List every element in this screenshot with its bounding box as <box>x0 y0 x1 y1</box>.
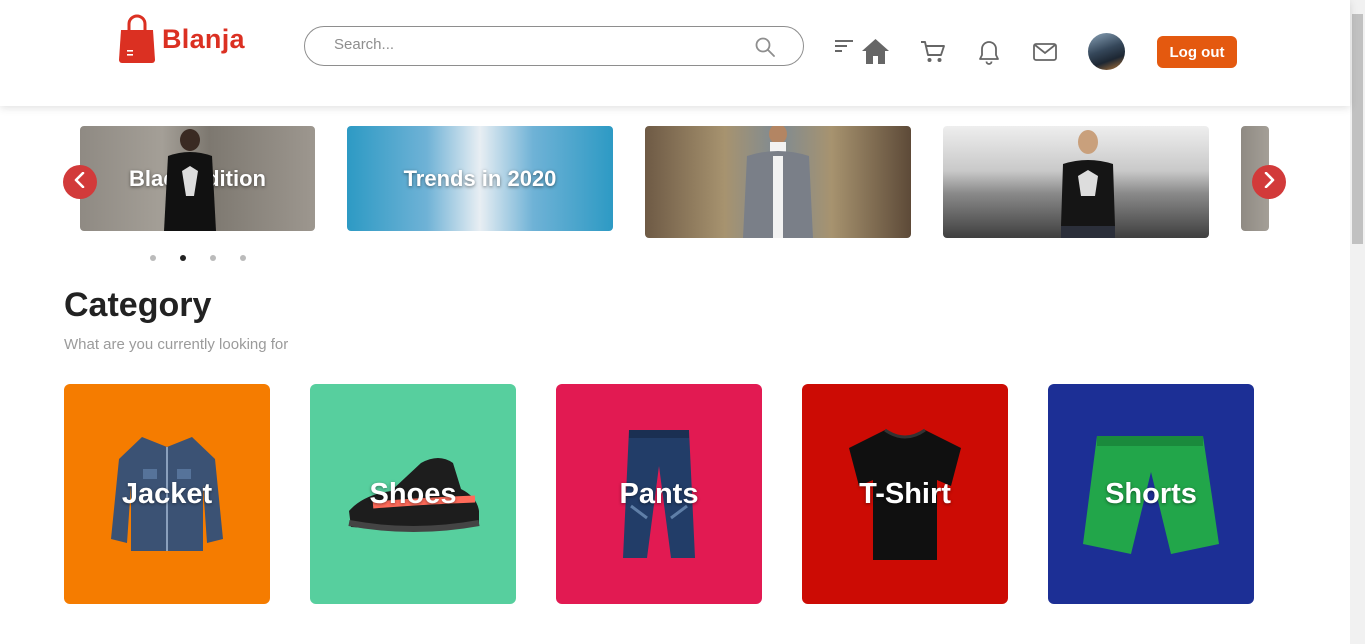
model-figure <box>743 126 813 238</box>
category-cards: Jacket Shoes Pants T-Shirt Shorts <box>64 384 1254 604</box>
scrollbar[interactable] <box>1350 0 1365 644</box>
carousel-prev-button[interactable] <box>63 165 97 199</box>
shopping-bag-icon <box>118 14 156 64</box>
model-figure <box>164 129 216 231</box>
bell-icon[interactable] <box>978 39 1000 70</box>
carousel-dot[interactable] <box>150 255 156 261</box>
category-card-jacket[interactable]: Jacket <box>64 384 270 604</box>
model-figure <box>1061 130 1115 238</box>
carousel-slide[interactable] <box>645 126 911 238</box>
cart-icon[interactable] <box>920 40 946 69</box>
category-title: Category <box>64 286 212 324</box>
logout-button[interactable]: Log out <box>1157 36 1237 68</box>
category-label: Shorts <box>1105 477 1197 510</box>
carousel-slide[interactable] <box>943 126 1209 238</box>
category-label: Pants <box>619 477 699 510</box>
category-card-tshirt[interactable]: T-Shirt <box>802 384 1008 604</box>
category-label: Jacket <box>121 477 213 510</box>
carousel-slide[interactable]: Black edition <box>80 126 315 231</box>
home-icon[interactable] <box>861 38 890 70</box>
scrollbar-thumb[interactable] <box>1352 14 1363 244</box>
chevron-right-icon <box>1262 171 1276 193</box>
carousel-dot[interactable] <box>210 255 216 261</box>
category-subtitle: What are you currently looking for <box>64 336 289 353</box>
carousel-dot[interactable] <box>240 255 246 261</box>
carousel-next-button[interactable] <box>1252 165 1286 199</box>
logo-text: Blanja <box>162 23 245 54</box>
filter-icon[interactable] <box>834 39 854 58</box>
carousel: Black edition Trends in 2020 <box>63 120 1286 280</box>
logo[interactable]: Blanja <box>118 14 245 64</box>
category-label: T-Shirt <box>859 477 951 510</box>
search-input[interactable] <box>334 36 734 53</box>
category-label: Shoes <box>369 477 457 510</box>
search-bar <box>304 26 804 66</box>
category-card-shorts[interactable]: Shorts <box>1048 384 1254 604</box>
page: Blanja Search... Log out Black edition T… <box>0 0 1365 644</box>
chevron-left-icon <box>73 171 87 193</box>
slide-label: Trends in 2020 <box>403 165 557 191</box>
search-icon[interactable] <box>755 37 775 62</box>
carousel-dot[interactable] <box>180 255 186 261</box>
category-card-shoes[interactable]: Shoes <box>310 384 516 604</box>
category-card-pants[interactable]: Pants <box>556 384 762 604</box>
navbar: Blanja Search... Log out <box>0 0 1350 106</box>
mail-icon[interactable] <box>1033 42 1057 67</box>
avatar[interactable] <box>1088 33 1125 70</box>
carousel-slide[interactable]: Trends in 2020 <box>347 126 613 231</box>
carousel-dots <box>150 255 246 261</box>
